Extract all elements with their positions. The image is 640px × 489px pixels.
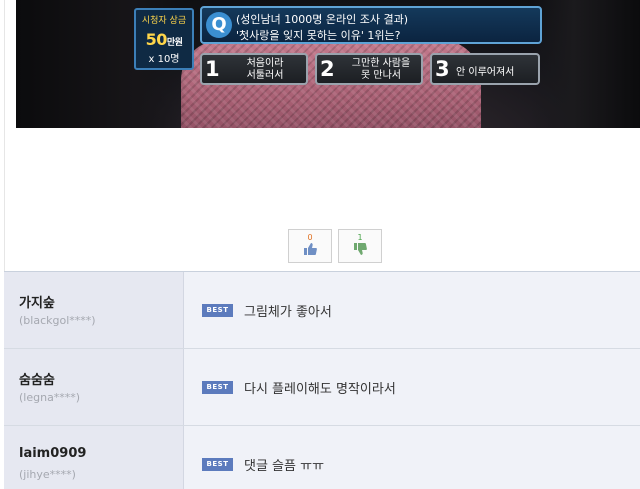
comment-row: 가지숲 (blackgol****) BEST 그림체가 좋아서	[4, 272, 640, 349]
prize-amount: 50만원	[145, 30, 183, 49]
comment-text: 다시 플레이해도 명작이라서	[244, 382, 396, 397]
prize-multiplier: x 10명	[148, 54, 180, 65]
page-left-border	[4, 0, 5, 272]
author-id: (legna****)	[19, 391, 81, 404]
dislike-count: 1	[357, 233, 363, 242]
comment-author: laim0909 (jihye****)	[4, 426, 184, 489]
viewer-prize-box: 시청자 상금 50만원 x 10명	[134, 8, 194, 70]
best-badge: BEST	[202, 304, 233, 317]
comment-body: BEST 그림체가 좋아서	[184, 272, 640, 348]
comment-body: BEST 댓글 슬픔 ㅠㅠ	[184, 426, 640, 489]
comment-text: 댓글 슬픔 ㅠㅠ	[244, 459, 325, 474]
question-line-1: (성인남녀 1000명 온라인 조사 결과)	[236, 13, 409, 26]
like-count: 0	[307, 233, 313, 242]
comment-row: 숨숨숨 (legna****) BEST 다시 플레이해도 명작이라서	[4, 349, 640, 426]
author-id: (blackgol****)	[19, 314, 96, 327]
comment-text: 그림체가 좋아서	[244, 305, 332, 320]
dislike-button[interactable]: 1	[338, 229, 382, 263]
answer-number: 1	[205, 57, 220, 81]
answer-text: 안 이루어져서	[456, 67, 515, 78]
question-line-2: '첫사랑을 잊지 못하는 이유' 1위는?	[236, 29, 401, 42]
thumbs-down-icon	[339, 243, 381, 258]
tv-right-shadow	[530, 0, 640, 128]
answer-number: 2	[320, 57, 335, 81]
comment-body: BEST 다시 플레이해도 명작이라서	[184, 349, 640, 425]
best-badge: BEST	[202, 458, 233, 471]
quiz-question-box: Q (성인남녀 1000명 온라인 조사 결과) '첫사랑을 잊지 못하는 이유…	[200, 6, 542, 44]
comments-list: 가지숲 (blackgol****) BEST 그림체가 좋아서 숨숨숨 (le…	[4, 271, 640, 489]
question-mark-icon: Q	[206, 12, 232, 38]
best-badge: BEST	[202, 381, 233, 394]
answer-option-2: 2 그만한 사람을 못 만나서	[315, 53, 423, 85]
answer-option-1: 1 처음이라 서툴러서	[200, 53, 308, 85]
answer-text: 처음이라 서툴러서	[246, 58, 284, 81]
like-button[interactable]: 0	[288, 229, 332, 263]
answer-text: 그만한 사람을 못 만나서	[351, 58, 411, 81]
comment-row: laim0909 (jihye****) BEST 댓글 슬픔 ㅠㅠ	[4, 426, 640, 489]
answer-option-3: 3 안 이루어져서	[430, 53, 540, 85]
answer-number: 3	[435, 57, 450, 81]
author-name[interactable]: laim0909	[19, 446, 86, 461]
thumbs-up-icon	[289, 243, 331, 258]
comment-author: 숨숨숨 (legna****)	[4, 349, 184, 425]
author-name[interactable]: 가지숲	[19, 292, 55, 311]
comment-author: 가지숲 (blackgol****)	[4, 272, 184, 348]
author-id: (jihye****)	[19, 468, 76, 481]
author-name[interactable]: 숨숨숨	[19, 369, 55, 388]
prize-title: 시청자 상금	[141, 16, 187, 26]
